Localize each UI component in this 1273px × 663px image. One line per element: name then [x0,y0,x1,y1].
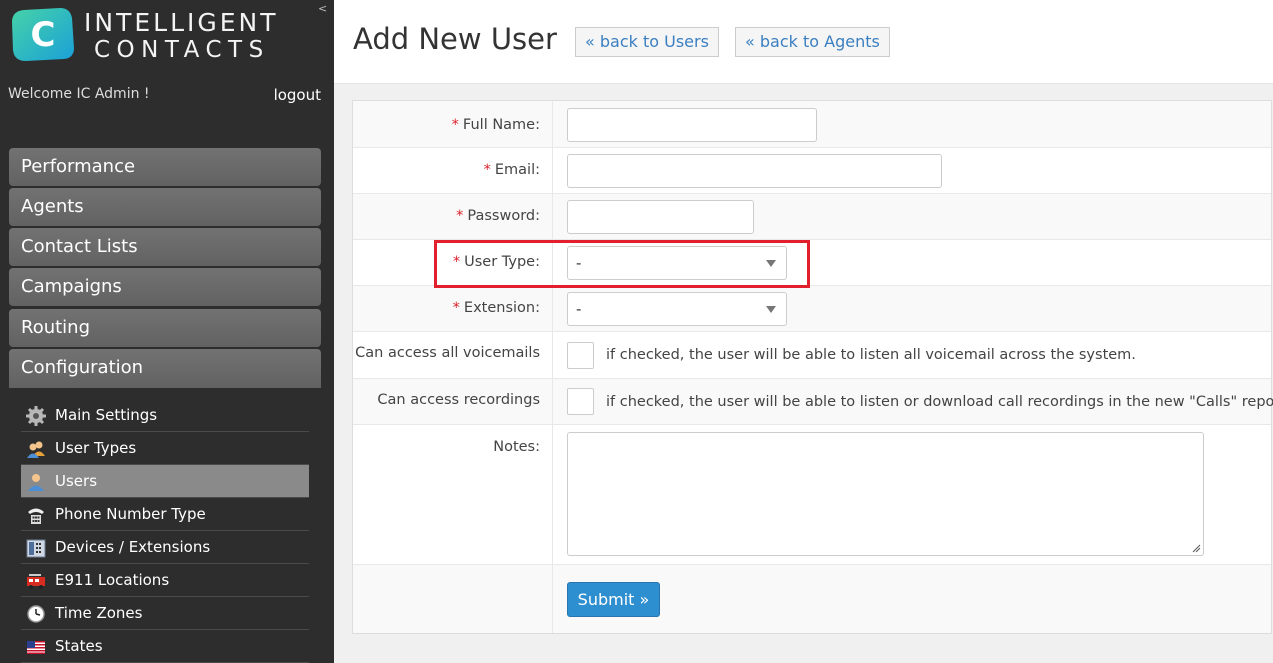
full-name-label: * Full Name: [451,117,540,133]
submenu-e911-locations[interactable]: E911 Locations [21,564,309,597]
nav-campaigns[interactable]: Campaigns [9,268,321,306]
row-password: * Password: [353,194,1271,240]
submenu-devices-extensions[interactable]: Devices / Extensions [21,531,309,564]
chevron-down-icon [766,306,776,313]
email-label: * Email: [483,162,540,178]
voicemail-label: Can access all voicemails [355,345,540,361]
page-header: Add New User « back to Users « back to A… [334,0,1273,84]
nav-agents[interactable]: Agents [9,188,321,226]
logout-link[interactable]: logout [274,86,321,104]
voicemail-help: if checked, the user will be able to lis… [606,347,1136,363]
row-full-name: * Full Name: [353,101,1271,148]
password-input[interactable] [567,200,754,234]
nav-performance[interactable]: Performance [9,148,321,186]
user-types-icon [27,441,45,458]
row-voicemails: Can access all voicemails if checked, th… [353,332,1271,379]
phone-icon [28,508,44,524]
full-name-input[interactable] [567,108,817,142]
submenu-phone-number-type[interactable]: Phone Number Type [21,498,309,531]
email-input[interactable] [567,154,942,188]
user-icon [28,474,44,491]
nav-routing[interactable]: Routing [9,309,321,347]
password-label: * Password: [456,208,540,224]
page-title: Add New User [353,22,557,56]
voicemail-checkbox[interactable] [567,342,594,369]
submenu-label: E911 Locations [55,571,170,589]
submenu-label: Users [55,472,98,490]
extension-select[interactable]: - [567,292,787,326]
extension-value: - [576,300,582,318]
sidebar: C INTELLIGENT CONTACTS < Welcome IC Admi… [0,0,334,663]
welcome-text: Welcome IC Admin ! [8,86,150,102]
row-submit: Submit » [353,565,1271,633]
clock-icon [27,605,45,623]
row-notes: Notes: [353,425,1271,565]
add-user-form: * Full Name: * Email: * Password: * User Typ… [352,100,1273,634]
us-flag-icon [27,641,45,654]
logo-mark-letter: C [31,15,56,55]
notes-textarea[interactable] [567,432,1204,556]
submenu-label: Time Zones [55,604,143,622]
resize-handle-icon[interactable] [1192,544,1201,553]
submenu-users[interactable]: Users [21,465,309,498]
collapse-sidebar-icon[interactable]: < [318,2,327,15]
recordings-help: if checked, the user will be able to lis… [606,394,1273,410]
logo-mark-icon: C [12,8,74,61]
submit-button[interactable]: Submit » [567,582,660,617]
recordings-label: Can access recordings [377,392,540,408]
notes-label: Notes: [493,439,540,455]
recordings-checkbox[interactable] [567,388,594,415]
submenu-main-settings[interactable]: Main Settings [21,399,309,432]
logo-text-line2: CONTACTS [94,37,270,63]
submenu-time-zones[interactable]: Time Zones [21,597,309,630]
extension-label: * Extension: [452,300,540,316]
submenu-user-types[interactable]: User Types [21,432,309,465]
submenu-label: Phone Number Type [55,505,206,523]
row-extension: * Extension: - [353,286,1271,332]
submenu-label: States [55,637,103,655]
logo-text-line1: INTELLIGENT [84,8,279,37]
fire-truck-icon [27,574,45,589]
gear-icon [26,406,46,426]
row-recordings: Can access recordings if checked, the us… [353,379,1273,425]
submenu-label: User Types [55,439,137,457]
back-to-users-button[interactable]: « back to Users [575,27,719,57]
nav-contact-lists[interactable]: Contact Lists [9,228,321,266]
user-type-highlight-box [434,240,810,288]
nav-configuration[interactable]: Configuration [9,349,321,388]
device-icon [26,539,46,558]
back-to-agents-button[interactable]: « back to Agents [735,27,890,57]
submenu-label: Devices / Extensions [55,538,211,556]
submenu-label: Main Settings [55,406,158,424]
submenu-states[interactable]: States [21,630,309,663]
logo[interactable]: C INTELLIGENT CONTACTS [10,6,320,66]
row-email: * Email: [353,148,1271,194]
